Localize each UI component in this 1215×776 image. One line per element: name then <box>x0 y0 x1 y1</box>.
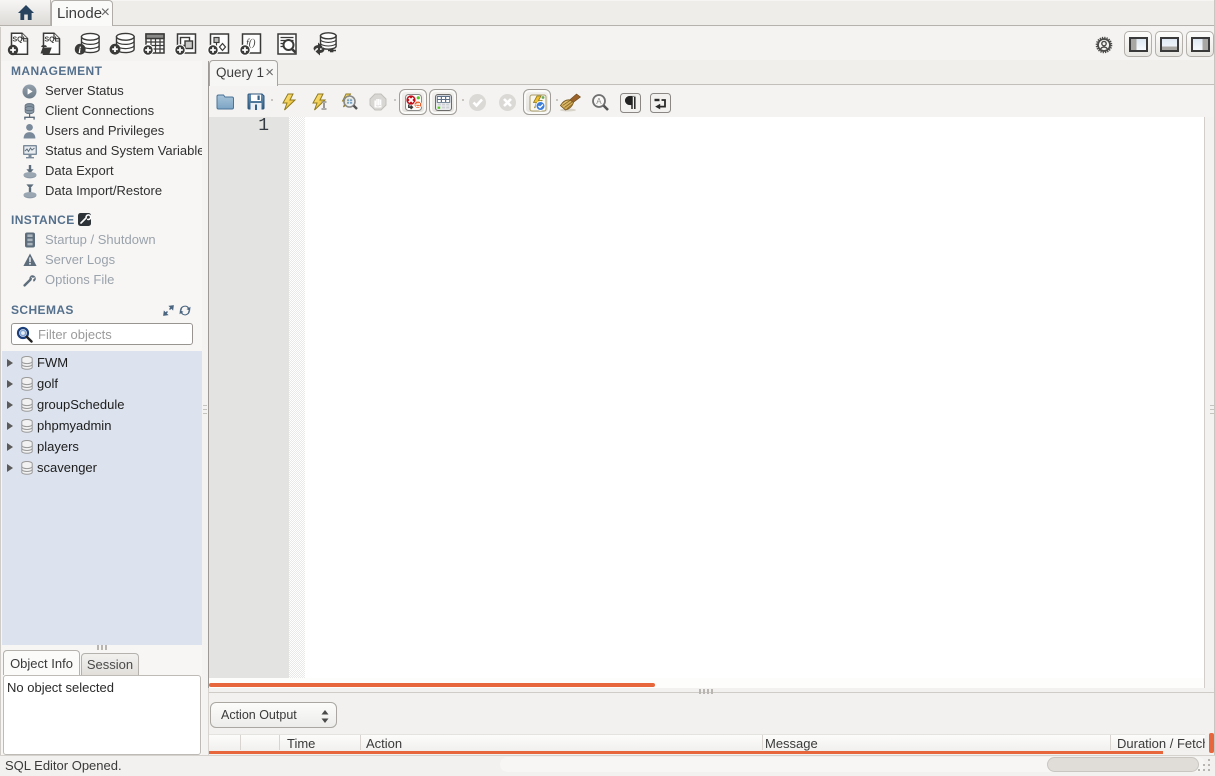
svg-text:SQL: SQL <box>13 37 28 44</box>
svg-text:i: i <box>78 46 81 56</box>
svg-text:A: A <box>596 97 602 106</box>
svg-text:SQL: SQL <box>45 37 60 44</box>
